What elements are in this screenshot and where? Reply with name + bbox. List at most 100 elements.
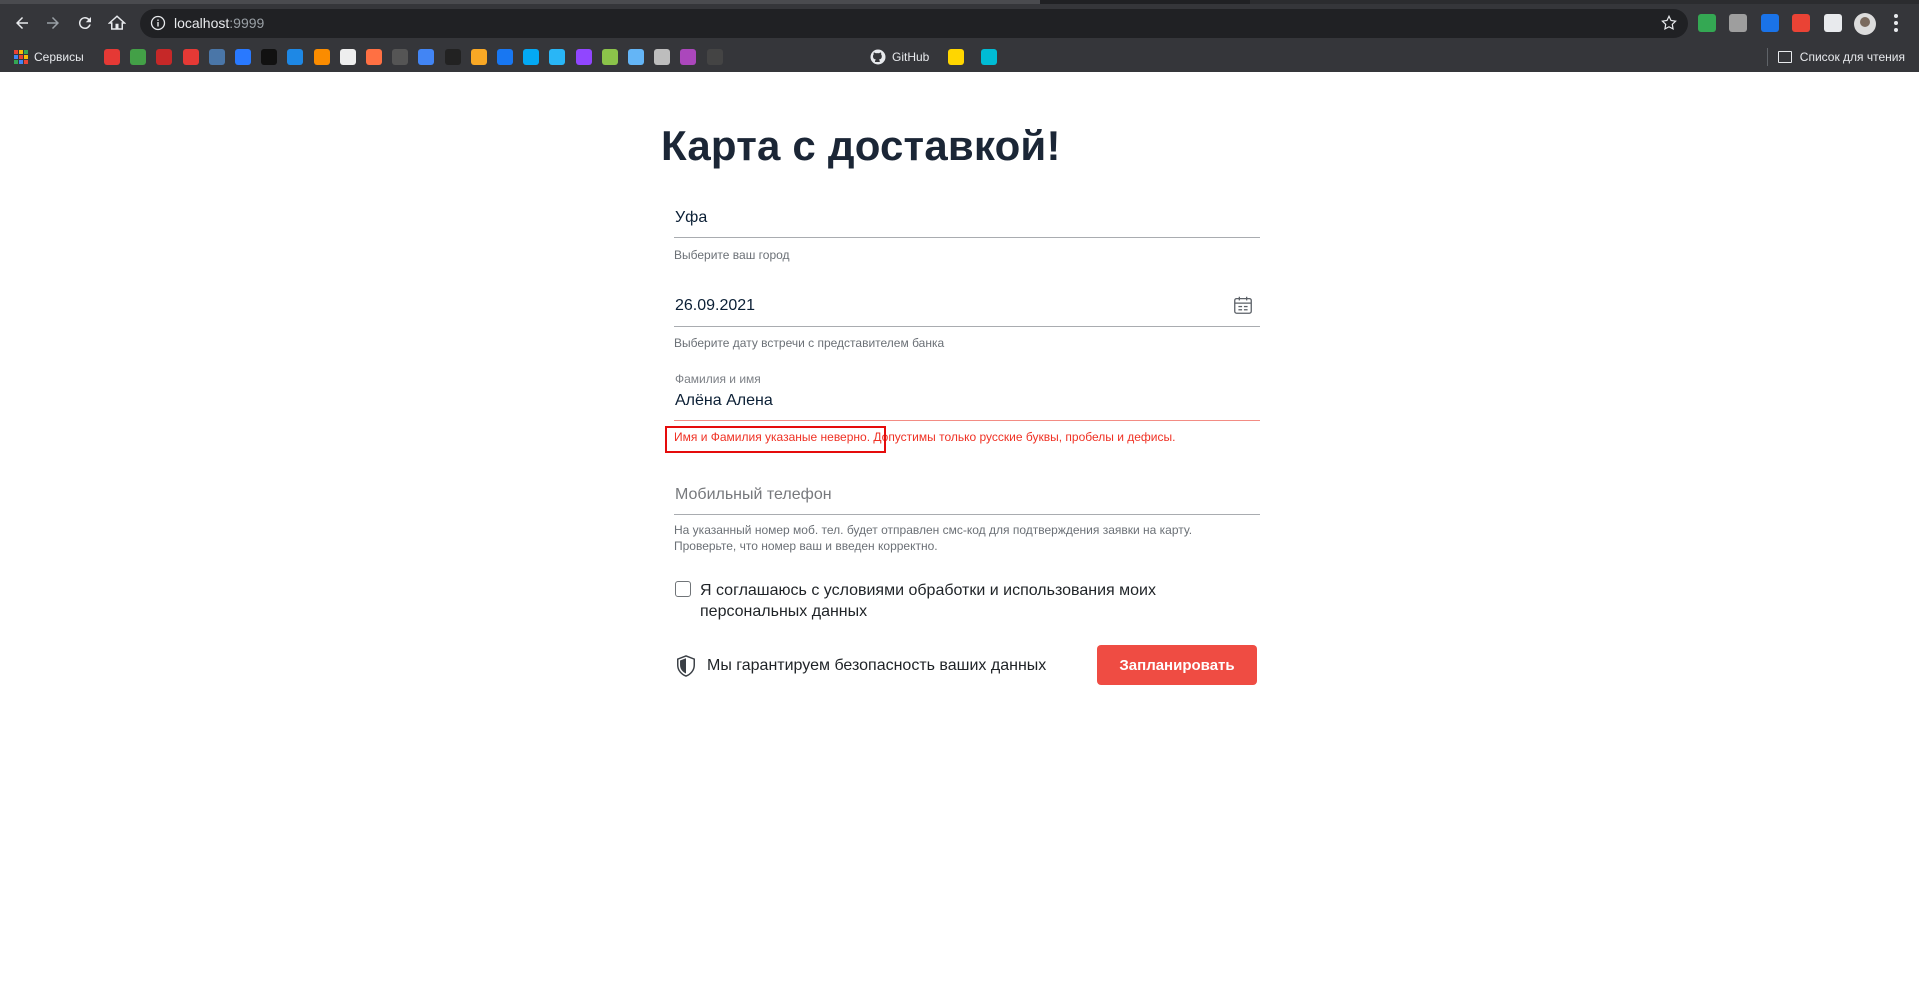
bookmark-github-label: GitHub <box>892 50 930 64</box>
home-icon <box>108 15 126 30</box>
bookmark-grid-icon <box>654 49 670 65</box>
bookmark-item[interactable] <box>654 48 670 66</box>
bookmark-orange-fox-icon <box>366 49 382 65</box>
bookmark-4-icon <box>235 49 251 65</box>
facebook-icon <box>497 49 513 65</box>
puzzle-icon[interactable] <box>1824 14 1842 32</box>
name-input[interactable]: Алёна Алена <box>675 392 773 410</box>
bookmark-item[interactable] <box>602 48 618 66</box>
bookmark-item[interactable] <box>948 48 964 66</box>
calendar-icon[interactable] <box>1232 294 1254 316</box>
bookmark-item[interactable] <box>628 48 644 66</box>
bookmark-item[interactable] <box>497 48 513 66</box>
forward-arrow-icon <box>47 17 59 29</box>
back-button[interactable] <box>10 11 34 35</box>
bookmark-tv-icon <box>948 49 964 65</box>
bookmark-github[interactable]: GitHub <box>870 48 929 66</box>
url-port: :9999 <box>229 15 265 31</box>
agreement-text[interactable]: Я соглашаюсь с условиями обработки и исп… <box>700 580 1180 622</box>
address-url: localhost:9999 <box>174 15 264 31</box>
shield-extension-icon[interactable] <box>1698 14 1716 32</box>
vk-icon <box>209 49 225 65</box>
phone-hint-line2: Проверьте, что номер ваш и введен коррек… <box>674 539 938 553</box>
date-underline <box>674 326 1260 327</box>
phone-field[interactable]: Мобильный телефон На указанный номер моб… <box>674 486 1260 562</box>
security-note: Мы гарантируем безопасность ваших данных <box>675 654 1046 678</box>
profile-avatar[interactable] <box>1854 13 1876 35</box>
github-icon <box>870 49 886 65</box>
browser-chrome: localhost:9999 Сервисы GitHub Список для… <box>0 0 1919 72</box>
bookmark-item[interactable] <box>235 48 251 66</box>
bookmark-generic-1-icon <box>104 49 120 65</box>
forward-button[interactable] <box>41 11 65 35</box>
bookmark-star-icon <box>628 49 644 65</box>
bookmark-item[interactable] <box>680 48 696 66</box>
bookmark-item[interactable] <box>418 48 434 66</box>
bookmark-services-label: Сервисы <box>34 50 84 64</box>
bookmark-item[interactable] <box>209 48 225 66</box>
bookmark-item[interactable] <box>707 48 723 66</box>
bookmark-item[interactable] <box>183 48 199 66</box>
date-input[interactable]: 26.09.2021 <box>675 297 755 315</box>
reading-list-button[interactable]: Список для чтения <box>1766 48 1905 66</box>
agreement-checkbox[interactable] <box>675 581 691 597</box>
bookmark-item[interactable] <box>314 48 330 66</box>
city-hint: Выберите ваш город <box>674 248 790 262</box>
translate-icon <box>418 49 434 65</box>
shield-icon <box>677 655 695 677</box>
bookmark-item[interactable] <box>261 48 277 66</box>
bookmark-item[interactable] <box>471 48 487 66</box>
bookmark-generic-4-icon <box>183 49 199 65</box>
bookmark-bl-icon <box>445 49 461 65</box>
bookmarks-bar: Сервисы GitHub Список для чтения <box>0 42 1919 72</box>
city-input[interactable]: Уфа <box>675 209 707 227</box>
reading-list-separator <box>1766 48 1768 66</box>
home-button[interactable] <box>105 11 129 35</box>
phone-hint-line1: На указанный номер моб. тел. будет отпра… <box>674 523 1193 537</box>
bookmark-yellow-icon <box>471 49 487 65</box>
bookmark-green-plane-icon <box>602 49 618 65</box>
bookmark-item[interactable] <box>366 48 382 66</box>
bookmark-red-box-icon <box>340 49 356 65</box>
bookmark-item[interactable] <box>104 48 120 66</box>
schedule-button[interactable]: Запланировать <box>1097 645 1257 685</box>
city-field[interactable]: Уфа Выберите ваш город <box>674 206 1260 266</box>
bookmark-item[interactable] <box>340 48 356 66</box>
name-label: Фамилия и имя <box>675 372 761 386</box>
browser-menu-button[interactable] <box>1893 14 1899 32</box>
back-arrow-icon <box>16 17 28 29</box>
security-note-text: Мы гарантируем безопасность ваших данных <box>707 657 1047 674</box>
browser-toolbar: localhost:9999 <box>0 4 1919 42</box>
bookmark-generic-2-icon <box>130 49 146 65</box>
phone-input[interactable]: Мобильный телефон <box>675 486 832 504</box>
reading-list-label: Список для чтения <box>1799 50 1905 64</box>
bookmark-blue-circle-icon <box>549 49 565 65</box>
bookmark-item[interactable] <box>156 48 172 66</box>
extension-blue-icon[interactable] <box>1761 14 1779 32</box>
extension-gray-icon[interactable] <box>1729 14 1747 32</box>
site-info-icon[interactable] <box>150 15 166 31</box>
date-field[interactable]: 26.09.2021 Выберите дату встречи с предс… <box>674 294 1260 354</box>
bookmark-item[interactable] <box>549 48 565 66</box>
bookmark-star-icon[interactable] <box>1660 14 1678 32</box>
bookmark-item[interactable] <box>576 48 592 66</box>
reload-button[interactable] <box>73 11 97 35</box>
name-underline <box>674 420 1260 421</box>
bookmark-item[interactable] <box>392 48 408 66</box>
city-underline <box>674 237 1260 238</box>
bookmark-services[interactable]: Сервисы <box>14 48 84 66</box>
error-highlight-box <box>665 426 886 453</box>
url-host: localhost <box>174 15 230 31</box>
bookmark-cyan-icon <box>981 49 997 65</box>
reading-list-icon <box>1777 51 1792 63</box>
bookmark-item[interactable] <box>287 48 303 66</box>
bookmark-item[interactable] <box>130 48 146 66</box>
bookmark-item[interactable] <box>445 48 461 66</box>
bookmark-item[interactable] <box>981 48 997 66</box>
mail-icon <box>287 49 303 65</box>
address-bar[interactable]: localhost:9999 <box>140 9 1688 38</box>
phone-underline <box>674 514 1260 515</box>
bookmark-orange-icon <box>314 49 330 65</box>
bookmark-item[interactable] <box>523 48 539 66</box>
extension-card-icon[interactable] <box>1792 14 1810 32</box>
